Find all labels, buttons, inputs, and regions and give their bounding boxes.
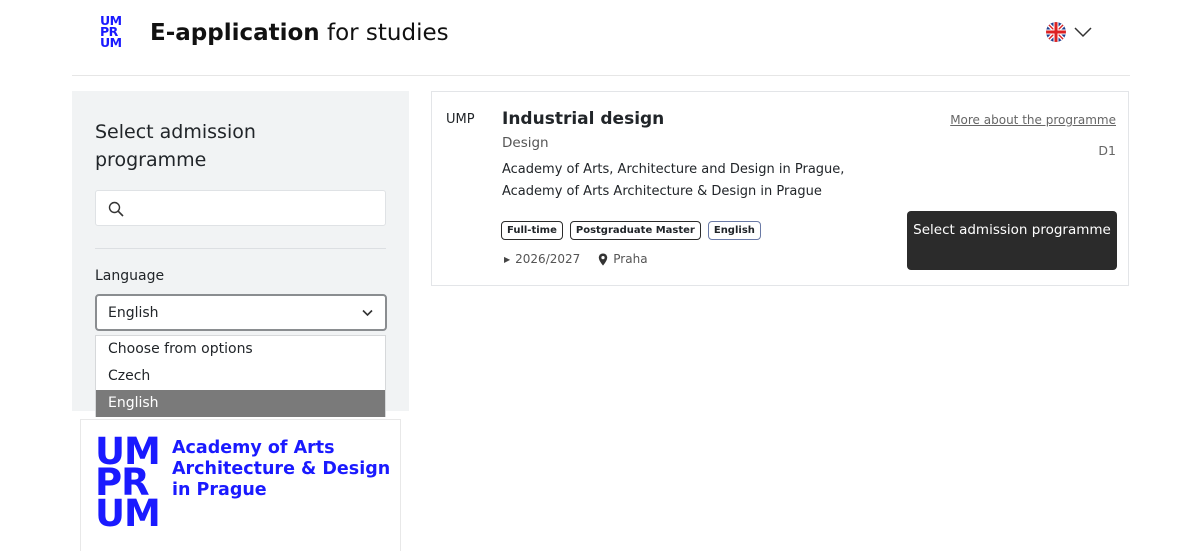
programme-tags: Full-time Postgraduate Master English [501,221,761,240]
search-field[interactable] [95,190,386,226]
dropdown-option-english[interactable]: English [96,390,385,417]
logo-line: UM [100,35,122,50]
programme-title: Industrial design [502,109,665,129]
language-select-value: English [108,305,159,321]
logo-line: UM [95,492,161,535]
academy-logo-text: Academy of Arts Architecture & Design in… [172,438,390,501]
programme-field: Design [502,135,549,151]
language-dropdown-list: Choose from options Czech English [95,335,386,417]
logo-text-line: Architecture & Design [172,459,391,479]
chevron-down-icon [1074,27,1092,38]
academic-year: 2026/2027 [515,252,581,266]
uk-flag-icon [1046,22,1066,42]
faculty-code: UMP [446,112,475,127]
programme-faculty: Academy of Arts, Architecture and Design… [502,159,922,203]
select-programme-button[interactable]: Select admission programme [907,211,1117,270]
app-title: E-application for studies [150,20,449,46]
tag-study-form: Full-time [501,221,563,240]
language-switcher[interactable] [1046,22,1092,42]
dropdown-option-czech[interactable]: Czech [96,363,385,390]
tag-study-type: Postgraduate Master [569,221,701,240]
search-input[interactable] [134,191,382,225]
location: Praha [613,252,648,266]
search-icon [108,201,124,217]
app-title-bold: E-application [150,20,320,46]
tag-language: English [707,221,761,240]
logo-text-line: in Prague [172,480,267,500]
language-label: Language [95,268,165,284]
chevron-down-icon [362,309,373,317]
academy-logo-mark: UM PR UM [95,433,161,535]
programme-code: D1 [1098,143,1116,158]
location-pin-icon [599,253,608,265]
language-select[interactable]: English [95,294,387,331]
faculty-line: Academy of Arts Architecture & Design in… [502,184,822,199]
triangle-right-icon[interactable]: ▶ [504,255,510,264]
app-header: UM PR UM E-application for studies [0,0,1186,76]
sidebar-divider [95,248,386,249]
programme-meta: ▶ 2026/2027 Praha [504,252,648,266]
faculty-line: Academy of Arts, Architecture and Design… [502,162,845,177]
sidebar-title: Select admission programme [95,121,256,171]
header-divider [72,75,1130,76]
programme-card: UMP Industrial design Design Academy of … [431,91,1129,286]
umprum-logo[interactable]: UM PR UM [100,14,130,55]
app-title-rest: for studies [319,20,449,46]
academy-logo: UM PR UM Academy of Arts Architecture & … [80,419,401,551]
dropdown-option-choose[interactable]: Choose from options [96,336,385,363]
logo-text-line: Academy of Arts [172,438,335,458]
more-about-link[interactable]: More about the programme [950,113,1116,127]
